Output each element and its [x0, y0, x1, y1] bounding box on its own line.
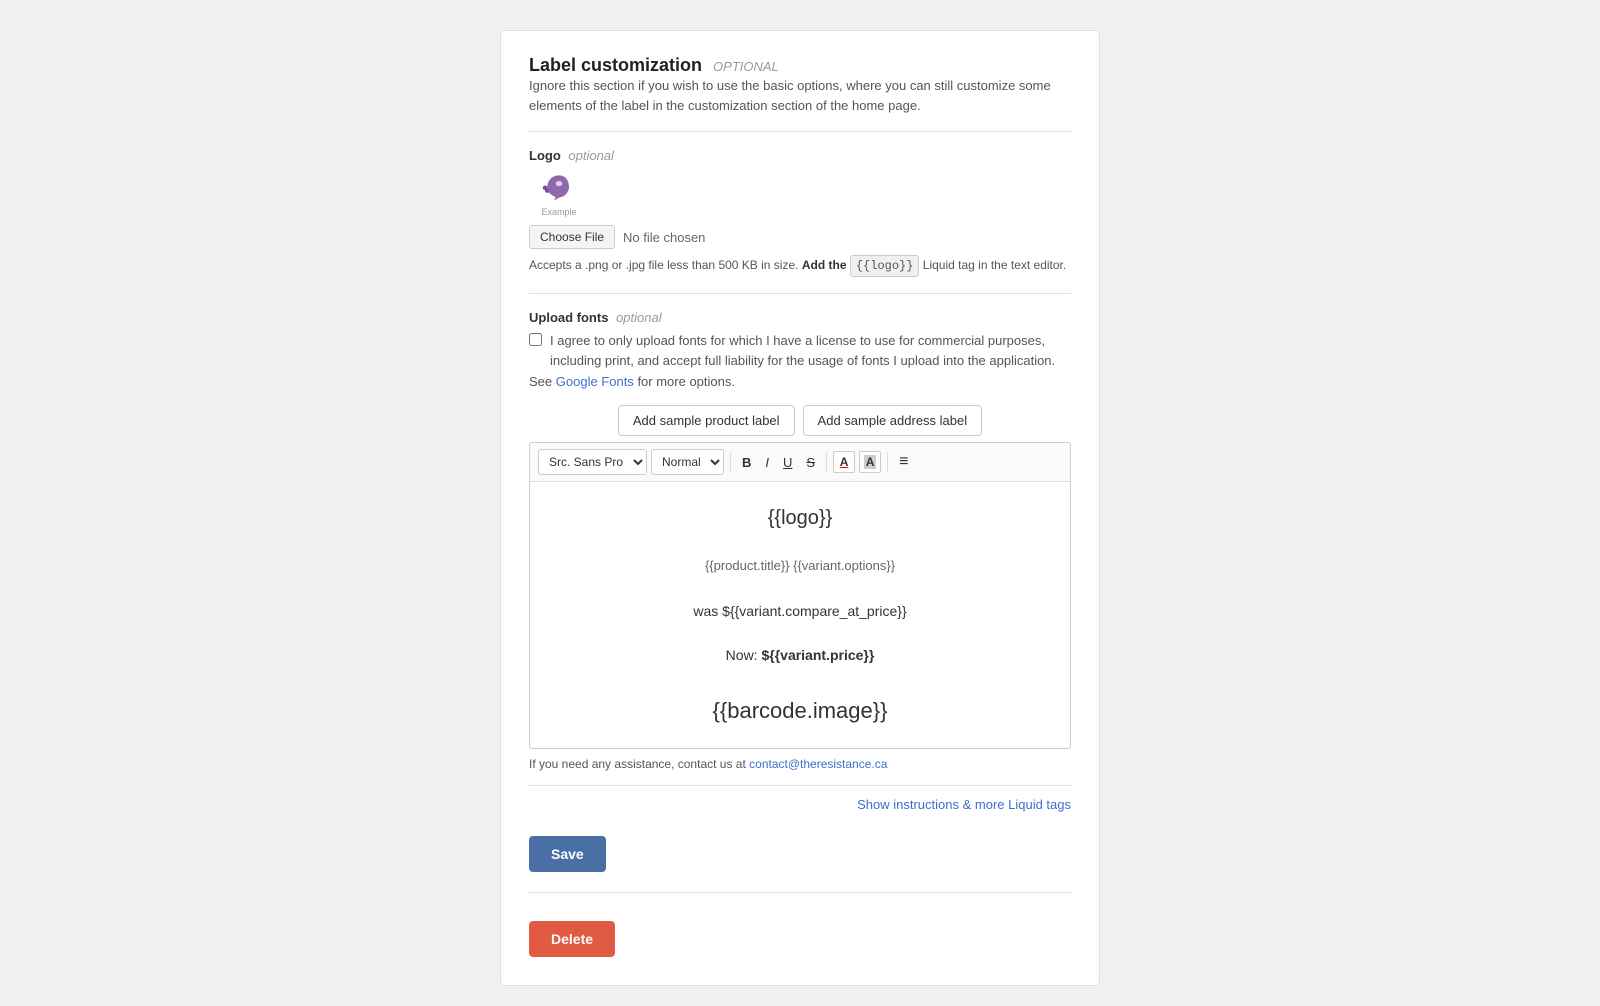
- strikethrough-button[interactable]: S: [801, 452, 820, 473]
- assist-text: If you need any assistance, contact us a…: [529, 757, 1071, 771]
- editor-toolbar: Src. Sans Pro Normal B I U S A A: [530, 443, 1070, 482]
- logo-field-label: Logo optional: [529, 148, 1071, 163]
- toolbar-divider-3: [887, 452, 888, 472]
- font-size-select[interactable]: Normal: [651, 449, 724, 475]
- more-options-text: for more options.: [637, 374, 735, 389]
- file-hint-bold: Add the: [802, 258, 847, 272]
- logo-preview: Example: [529, 169, 589, 217]
- now-prefix: Now:: [726, 647, 762, 663]
- section-description: Ignore this section if you wish to use t…: [529, 76, 1071, 115]
- align-button[interactable]: ≡: [894, 450, 913, 474]
- choose-file-button[interactable]: Choose File: [529, 225, 615, 249]
- checkbox-label-text: I agree to only upload fonts for which I…: [550, 331, 1071, 370]
- editor-content[interactable]: {{logo}} {{product.title}} {{variant.opt…: [530, 482, 1070, 748]
- google-fonts-row: See Google Fonts for more options.: [529, 374, 1071, 389]
- google-fonts-link[interactable]: Google Fonts: [556, 374, 634, 389]
- no-file-text: No file chosen: [623, 230, 705, 245]
- delete-button[interactable]: Delete: [529, 921, 615, 957]
- assist-email-link[interactable]: contact@theresistance.ca: [749, 757, 887, 771]
- now-price: ${{variant.price}}: [761, 647, 874, 663]
- editor-wrapper: Src. Sans Pro Normal B I U S A A: [529, 442, 1071, 749]
- file-input-row: Choose File No file chosen: [529, 225, 1071, 249]
- save-button-row: Save: [529, 816, 1071, 872]
- logo-optional-label: optional: [568, 148, 614, 163]
- editor-top-buttons: Add sample product label Add sample addr…: [529, 405, 1071, 436]
- editor-line-product: {{product.title}} {{variant.options}}: [546, 556, 1054, 577]
- file-hint-suffix: Liquid tag in the text editor.: [923, 258, 1066, 272]
- font-family-select[interactable]: Src. Sans Pro: [538, 449, 647, 475]
- upload-fonts-optional: optional: [616, 310, 662, 325]
- divider-1: [529, 131, 1071, 132]
- liquid-tag-logo: {{logo}}: [850, 255, 920, 277]
- editor-section: Add sample product label Add sample addr…: [529, 405, 1071, 812]
- underline-button[interactable]: U: [778, 452, 797, 473]
- section-title-row: Label customization OPTIONAL: [529, 55, 1071, 76]
- see-text: See: [529, 374, 552, 389]
- toolbar-divider-2: [826, 452, 827, 472]
- checkbox-row: I agree to only upload fonts for which I…: [529, 331, 1071, 370]
- editor-line-logo: {{logo}}: [546, 502, 1054, 534]
- fonts-license-checkbox[interactable]: [529, 333, 542, 346]
- logo-example-text: Example: [541, 207, 576, 217]
- font-color-button[interactable]: A: [833, 451, 855, 473]
- bold-button[interactable]: B: [737, 452, 756, 473]
- instructions-link-row: Show instructions & more Liquid tags: [529, 785, 1071, 812]
- editor-line-was: was ${{variant.compare_at_price}}: [546, 600, 1054, 622]
- editor-line-barcode: {{barcode.image}}: [546, 693, 1054, 728]
- delete-button-row: Delete: [529, 909, 1071, 957]
- file-hint-prefix: Accepts a .png or .jpg file less than 50…: [529, 258, 798, 272]
- save-button[interactable]: Save: [529, 836, 606, 872]
- file-hint: Accepts a .png or .jpg file less than 50…: [529, 255, 1071, 277]
- assist-prefix: If you need any assistance, contact us a…: [529, 757, 746, 771]
- divider-2: [529, 293, 1071, 294]
- italic-button[interactable]: I: [760, 452, 774, 473]
- divider-3: [529, 892, 1071, 893]
- upload-fonts-section: Upload fonts optional I agree to only up…: [529, 310, 1071, 389]
- instructions-link[interactable]: Show instructions & more Liquid tags: [857, 797, 1071, 812]
- highlight-button[interactable]: A: [859, 451, 881, 473]
- logo-svg: [538, 172, 580, 202]
- editor-line-now: Now: ${{variant.price}}: [546, 644, 1054, 666]
- upload-fonts-label: Upload fonts optional: [529, 310, 1071, 325]
- main-panel: Label customization OPTIONAL Ignore this…: [500, 30, 1100, 986]
- add-sample-address-button[interactable]: Add sample address label: [803, 405, 983, 436]
- add-sample-product-button[interactable]: Add sample product label: [618, 405, 795, 436]
- section-title-optional: OPTIONAL: [713, 59, 779, 74]
- toolbar-divider-1: [730, 452, 731, 472]
- logo-image: [535, 169, 583, 205]
- section-title-text: Label customization: [529, 55, 702, 75]
